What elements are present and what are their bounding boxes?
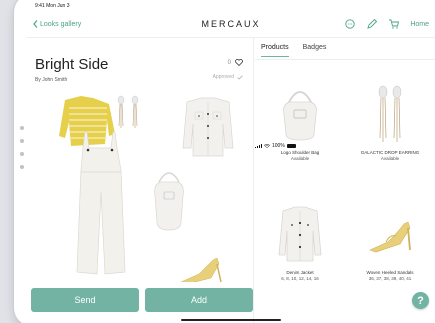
cart-icon[interactable] [388,18,400,30]
home-button[interactable]: Home [410,21,429,28]
likes[interactable]: 0 [228,59,243,66]
bag-image [283,91,317,141]
earring-image [378,85,402,142]
tab-bar: Products Badges [261,44,326,57]
product-card[interactable]: Logo Shoulder Bag Available [255,84,345,162]
chat-icon[interactable] [344,18,356,30]
status-time: 9:41 [35,3,45,9]
earrings-item[interactable] [117,95,139,128]
look-author: By John Smith [35,77,68,83]
approval-label: Approved [212,74,234,80]
look-title: Bright Side [35,56,109,73]
product-availability: Available [380,156,400,162]
home-indicator [181,319,281,321]
side-indicator [20,126,26,178]
bag-item[interactable] [154,172,184,231]
help-button[interactable]: ? [412,292,429,309]
heart-icon [235,59,243,66]
status-bar: 9:41 Mon Jun 3 100% [27,0,435,149]
status-date: Mon Jun 3 [46,3,70,9]
products-panel: Products Badges Logo Shoulder Bag Availa… [255,38,435,323]
nav-bar: Looks gallery MERCAUX Home [27,12,435,38]
sandal-image [369,221,411,253]
tab-badges[interactable]: Badges [303,44,327,57]
product-sizes: 36, 37, 38, 39, 40, 41 [368,276,412,282]
tab-products[interactable]: Products [261,44,289,57]
jacket-item[interactable] [182,97,234,157]
approval-status: Approved [213,74,243,80]
tabs-divider [255,59,435,60]
look-panel: Bright Side By John Smith 0 Approved Sen… [31,42,253,323]
add-button[interactable]: Add [145,288,253,312]
panel-divider [253,38,254,323]
jacket-image [278,206,322,262]
product-card[interactable]: Woven Heeled Sandals 36, 37, 38, 39, 40,… [345,204,435,282]
product-availability: Available [290,156,310,162]
product-card[interactable]: Denim Jacket 6, 8, 10, 12, 14, 16 [255,204,345,282]
sandal-item[interactable] [180,257,222,282]
product-sizes: 6, 8, 10, 12, 14, 16 [281,276,319,282]
send-button[interactable]: Send [31,288,139,312]
likes-count: 0 [227,59,231,66]
jumpsuit-item[interactable] [76,131,126,275]
app-screen: 9:41 Mon Jun 3 100% Looks gallery MERCAU… [27,0,435,323]
product-card[interactable]: GALACTIC DROP EARRING Available [345,84,435,162]
check-icon [237,74,243,80]
edit-icon[interactable] [366,18,378,30]
look-collage[interactable] [31,92,253,282]
